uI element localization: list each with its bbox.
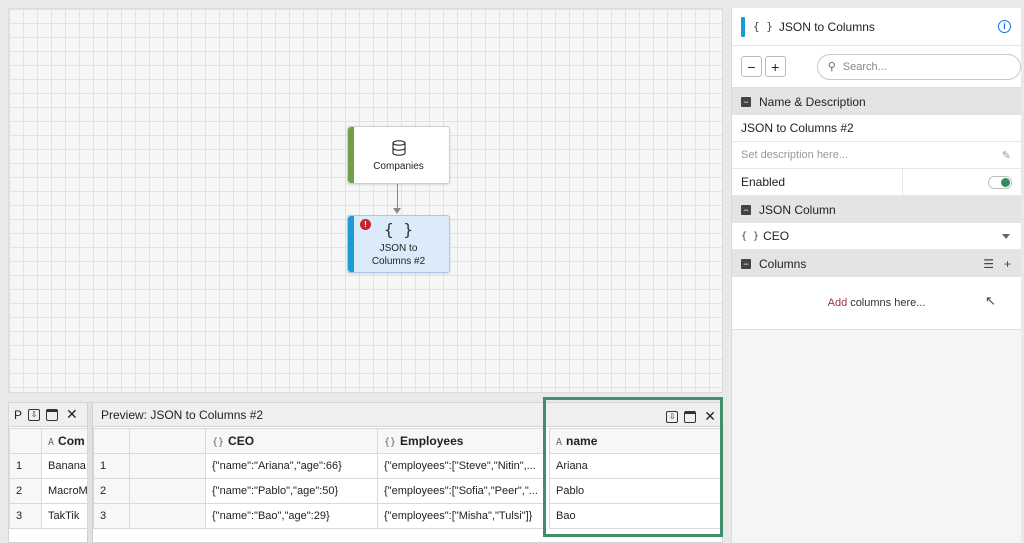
braces-icon: { } [741,230,760,242]
download-icon[interactable]: ⇩ [28,408,41,421]
description-field[interactable]: Set description here... ✎ [732,142,1021,169]
table-row[interactable]: 1 {"name":"Ariana","age":66} {"employees"… [93,453,546,479]
preview-area: P ⇩ ✕ Preview: JSON to Columns #2 ⇩ ✕ AC… [8,402,724,543]
text-type-icon: A [48,437,55,448]
column-header-ceo[interactable]: {} CEO [205,428,378,454]
search-placeholder: Search... [842,60,887,73]
add-columns-area: Add columns here... ↖ [732,277,1021,330]
row-num-header [9,428,42,454]
table-row[interactable]: 3 {"name":"Bao","age":29} {"employees":["… [93,503,546,529]
toggle-knob [1001,178,1010,187]
left-preview-header: P ⇩ ✕ [9,403,87,427]
enabled-toggle[interactable] [988,176,1012,189]
json-column-value: CEO [763,229,790,243]
preview-title: Preview: JSON to Columns #2 [101,407,264,422]
name-column-table: Aname Ariana Pablo Bao [549,428,722,529]
panel-header: { } JSON to Columns i [732,8,1021,46]
app-window: Companies ! { } JSON to Columns #2 { } J… [0,0,1024,543]
connector-line [397,184,398,210]
add-columns-link[interactable]: Add [828,297,848,309]
node-companies[interactable]: Companies [347,126,450,184]
close-icon[interactable]: ✕ [66,406,78,423]
column-header[interactable]: A Com [41,428,88,454]
braces-icon: {} [384,437,397,448]
table-row[interactable]: 2 {"name":"Pablo","age":50} {"employees":… [93,478,546,504]
row-num-header [93,428,130,454]
enabled-row: Enabled [732,169,1021,196]
properties-panel: { } JSON to Columns i − + ⚲ Search... − … [731,8,1022,543]
name-field[interactable]: JSON to Columns #2 [732,115,1021,142]
collapse-icon[interactable]: − [741,96,751,107]
node-label: JSON to Columns #2 [371,243,426,267]
section-title: JSON Column [759,202,836,217]
preview-table: {} CEO {} Employees 1 {"name":"Ariana","ag… [93,428,546,529]
section-name-description[interactable]: − Name & Description [732,88,1021,115]
table-row[interactable]: Ariana [549,453,722,479]
close-icon[interactable]: ✕ [704,408,716,425]
divider [902,169,903,195]
list-icon[interactable]: ☰ [983,257,994,271]
info-icon[interactable]: i [998,20,1011,33]
braces-icon: {} [212,437,225,448]
column-header-employees[interactable]: {} Employees [377,428,546,454]
table-row[interactable]: Bao [549,503,722,529]
pencil-icon[interactable]: ✎ [1002,149,1011,162]
table-row[interactable]: Pablo [549,478,722,504]
text-type-icon: A [556,437,563,448]
left-preview-table: A Com 1 Banana 2 MacroM 3 TakTik [9,428,88,529]
search-icon: ⚲ [827,61,836,73]
json-column-select[interactable]: { } CEO [732,223,1021,250]
collapse-icon[interactable]: − [741,204,751,215]
mouse-cursor-icon: ↖ [985,293,996,308]
collapse-all-button[interactable]: − [741,56,762,77]
workflow-canvas[interactable]: Companies ! { } JSON to Columns #2 [8,8,723,393]
database-icon [391,139,406,156]
section-columns[interactable]: − Columns ☰ + [732,250,1021,277]
section-title: Columns [759,256,807,271]
error-icon[interactable]: ! [360,219,371,230]
name-value: JSON to Columns #2 [741,121,854,135]
column-header-name[interactable]: Aname [549,428,722,454]
node-color-bar [348,216,354,272]
expand-all-button[interactable]: + [764,56,786,77]
table-row[interactable]: 3 TakTik [9,503,88,529]
enabled-label: Enabled [741,175,786,189]
table-row[interactable]: 2 MacroM [9,478,88,504]
description-placeholder: Set description here... [741,149,849,161]
chevron-down-icon[interactable] [1002,234,1010,239]
left-preview-title: P [14,407,23,422]
add-columns-text: columns here... [850,297,926,309]
section-json-column[interactable]: − JSON Column [732,196,1021,223]
node-json-to-columns[interactable]: ! { } JSON to Columns #2 [347,215,450,273]
blank-header [129,428,206,454]
section-title: Name & Description [759,94,866,109]
table-row[interactable]: 1 Banana [9,453,88,479]
maximize-icon[interactable] [684,410,697,423]
panel-title: JSON to Columns [778,19,875,34]
node-label: Companies [373,160,424,172]
maximize-icon[interactable] [46,408,59,421]
collapse-icon[interactable]: − [741,258,751,269]
main-preview-header: Preview: JSON to Columns #2 ⇩ ✕ [93,403,724,427]
braces-icon: { } [384,220,413,239]
panel-toolbar: − + ⚲ Search... [732,46,1022,88]
download-icon[interactable]: ⇩ [666,410,679,423]
search-input[interactable]: ⚲ Search... [816,53,1022,80]
accent-bar [741,16,745,37]
connector-arrow-icon [393,208,401,214]
node-color-bar [348,127,354,183]
braces-icon: { } [753,20,773,33]
add-icon[interactable]: + [1004,257,1011,271]
